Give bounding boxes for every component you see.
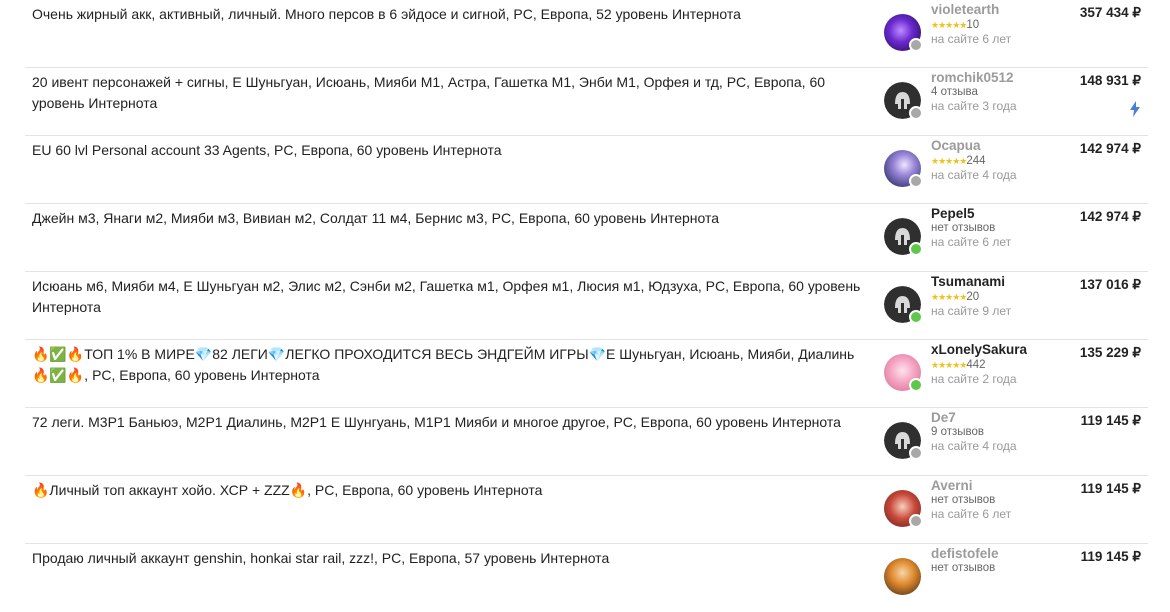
seller-since: на сайте 6 лет <box>931 32 1012 46</box>
status-offline-indicator <box>909 38 923 52</box>
seller-name[interactable]: Pepel5 <box>931 206 1081 222</box>
offer-row[interactable]: EU 60 lvl Personal account 33 Agents, PC… <box>25 136 1148 204</box>
seller-info: De7 9 отзывов на сайте 4 года <box>931 410 1081 454</box>
offer-description[interactable]: 🔥Личный топ аккаунт хойо. ХСР + ZZZ🔥, PC… <box>32 480 867 501</box>
review-count: 4 отзыва <box>931 86 978 98</box>
seller-since: на сайте 2 года <box>931 372 1017 386</box>
review-count: нет отзывов <box>931 222 996 234</box>
seller-since: на сайте 6 лет <box>931 235 1012 249</box>
offer-row[interactable]: 20 ивент персонажей + сигны, Е Шуньгуан,… <box>25 68 1148 136</box>
seller-avatar[interactable] <box>884 490 923 528</box>
review-count: 244 <box>966 155 986 167</box>
offer-price: 119 145 ₽ <box>1080 481 1141 496</box>
offer-price: 142 974 ₽ <box>1079 141 1141 156</box>
seller-since: на сайте 9 лет <box>931 304 1012 318</box>
offer-description[interactable]: EU 60 lvl Personal account 33 Agents, PC… <box>32 140 867 161</box>
seller-info: romchik0512 4 отзыва на сайте 3 года <box>931 70 1081 114</box>
review-count: 20 <box>966 291 980 303</box>
offer-description[interactable]: 72 леги. М3Р1 Баньюэ, М2Р1 Диалинь, М2Р1… <box>32 412 867 433</box>
offer-row[interactable]: 72 леги. М3Р1 Баньюэ, М2Р1 Диалинь, М2Р1… <box>25 408 1148 476</box>
seller-avatar[interactable] <box>884 82 923 120</box>
rating-stars-icon: ★★★★★ <box>931 292 967 302</box>
offer-price: 142 974 ₽ <box>1079 209 1141 224</box>
lightning-icon <box>1130 101 1140 117</box>
seller-since: на сайте 3 года <box>931 99 1017 113</box>
seller-name[interactable]: De7 <box>931 410 1081 426</box>
seller-avatar[interactable] <box>884 150 923 188</box>
seller-rating: ★★★★★20 <box>931 290 1081 304</box>
seller-rating: ★★★★★244 <box>931 154 1081 168</box>
offer-row[interactable]: Исюань м6, Мияби м4, Е Шуньгуан м2, Элис… <box>25 272 1148 340</box>
seller-rating: ★★★★★442 <box>931 358 1081 372</box>
rating-stars-icon: ★★★★★ <box>931 360 967 370</box>
seller-avatar[interactable] <box>884 218 923 256</box>
seller-info: Ocapua ★★★★★244 на сайте 4 года <box>931 138 1081 183</box>
seller-info: Tsumanami ★★★★★20 на сайте 9 лет <box>931 274 1081 319</box>
seller-avatar[interactable] <box>884 422 923 460</box>
offer-description[interactable]: 20 ивент персонажей + сигны, Е Шуньгуан,… <box>32 72 867 113</box>
offer-row[interactable]: 🔥Личный топ аккаунт хойо. ХСР + ZZZ🔥, PC… <box>25 476 1148 544</box>
seller-avatar[interactable] <box>884 14 923 52</box>
offer-description[interactable]: Исюань м6, Мияби м4, Е Шуньгуан м2, Элис… <box>32 276 867 317</box>
offer-description[interactable]: Очень жирный акк, активный, личный. Мног… <box>32 4 867 25</box>
seller-info: Pepel5 нет отзывов на сайте 6 лет <box>931 206 1081 250</box>
offer-row[interactable]: Очень жирный акк, активный, личный. Мног… <box>25 0 1148 68</box>
seller-info: xLonelySakura ★★★★★442 на сайте 2 года <box>931 342 1081 387</box>
review-count: 10 <box>966 19 980 31</box>
offer-description[interactable]: 🔥✅🔥ТОП 1% В МИРЕ💎82 ЛЕГИ💎ЛЕГКО ПРОХОДИТС… <box>32 344 867 385</box>
rating-stars-icon: ★★★★★ <box>931 20 967 30</box>
review-count: нет отзывов <box>931 494 996 506</box>
seller-info: violetearth ★★★★★10 на сайте 6 лет <box>931 2 1081 47</box>
status-online-indicator <box>909 242 923 256</box>
status-online-indicator <box>909 378 923 392</box>
review-count: 442 <box>966 359 986 371</box>
seller-name[interactable]: Ocapua <box>931 138 1081 154</box>
seller-name[interactable]: romchik0512 <box>931 70 1081 86</box>
offer-price: 148 931 ₽ <box>1079 73 1141 88</box>
rating-stars-icon: ★★★★★ <box>931 156 967 166</box>
seller-since: на сайте 4 года <box>931 168 1017 182</box>
seller-info: Averni нет отзывов на сайте 6 лет <box>931 478 1081 522</box>
seller-name[interactable]: Averni <box>931 478 1081 494</box>
review-count: 9 отзывов <box>931 426 985 438</box>
status-offline-indicator <box>909 446 923 460</box>
seller-info: defistofele нет отзывов <box>931 546 1081 575</box>
offer-price: 137 016 ₽ <box>1079 277 1141 292</box>
status-online-indicator <box>909 310 923 324</box>
seller-rating: ★★★★★10 <box>931 18 1081 32</box>
offer-row[interactable]: Джейн м3, Янаги м2, Мияби м3, Вивиан м2,… <box>25 204 1148 272</box>
seller-name[interactable]: defistofele <box>931 546 1081 562</box>
status-offline-indicator <box>909 174 923 188</box>
offer-row[interactable]: 🔥✅🔥ТОП 1% В МИРЕ💎82 ЛЕГИ💎ЛЕГКО ПРОХОДИТС… <box>25 340 1148 408</box>
offers-list: Очень жирный акк, активный, личный. Мног… <box>25 0 1148 612</box>
seller-avatar[interactable] <box>884 354 923 392</box>
offer-price: 119 145 ₽ <box>1080 413 1141 428</box>
status-offline-indicator <box>909 514 923 528</box>
seller-name[interactable]: violetearth <box>931 2 1081 18</box>
seller-since: на сайте 6 лет <box>931 507 1012 521</box>
offer-description[interactable]: Джейн м3, Янаги м2, Мияби м3, Вивиан м2,… <box>32 208 867 229</box>
offer-description[interactable]: Продаю личный аккаунт genshin, honkai st… <box>32 548 867 569</box>
offer-row[interactable]: Продаю личный аккаунт genshin, honkai st… <box>25 544 1148 612</box>
seller-name[interactable]: Tsumanami <box>931 274 1081 290</box>
offer-price: 135 229 ₽ <box>1079 345 1141 360</box>
offer-price: 119 145 ₽ <box>1080 549 1141 564</box>
seller-avatar[interactable] <box>884 558 921 595</box>
review-count: нет отзывов <box>931 562 996 574</box>
seller-avatar[interactable] <box>884 286 923 324</box>
status-offline-indicator <box>909 106 923 120</box>
offer-price: 357 434 ₽ <box>1079 5 1141 20</box>
seller-since: на сайте 4 года <box>931 439 1017 453</box>
seller-name[interactable]: xLonelySakura <box>931 342 1081 358</box>
